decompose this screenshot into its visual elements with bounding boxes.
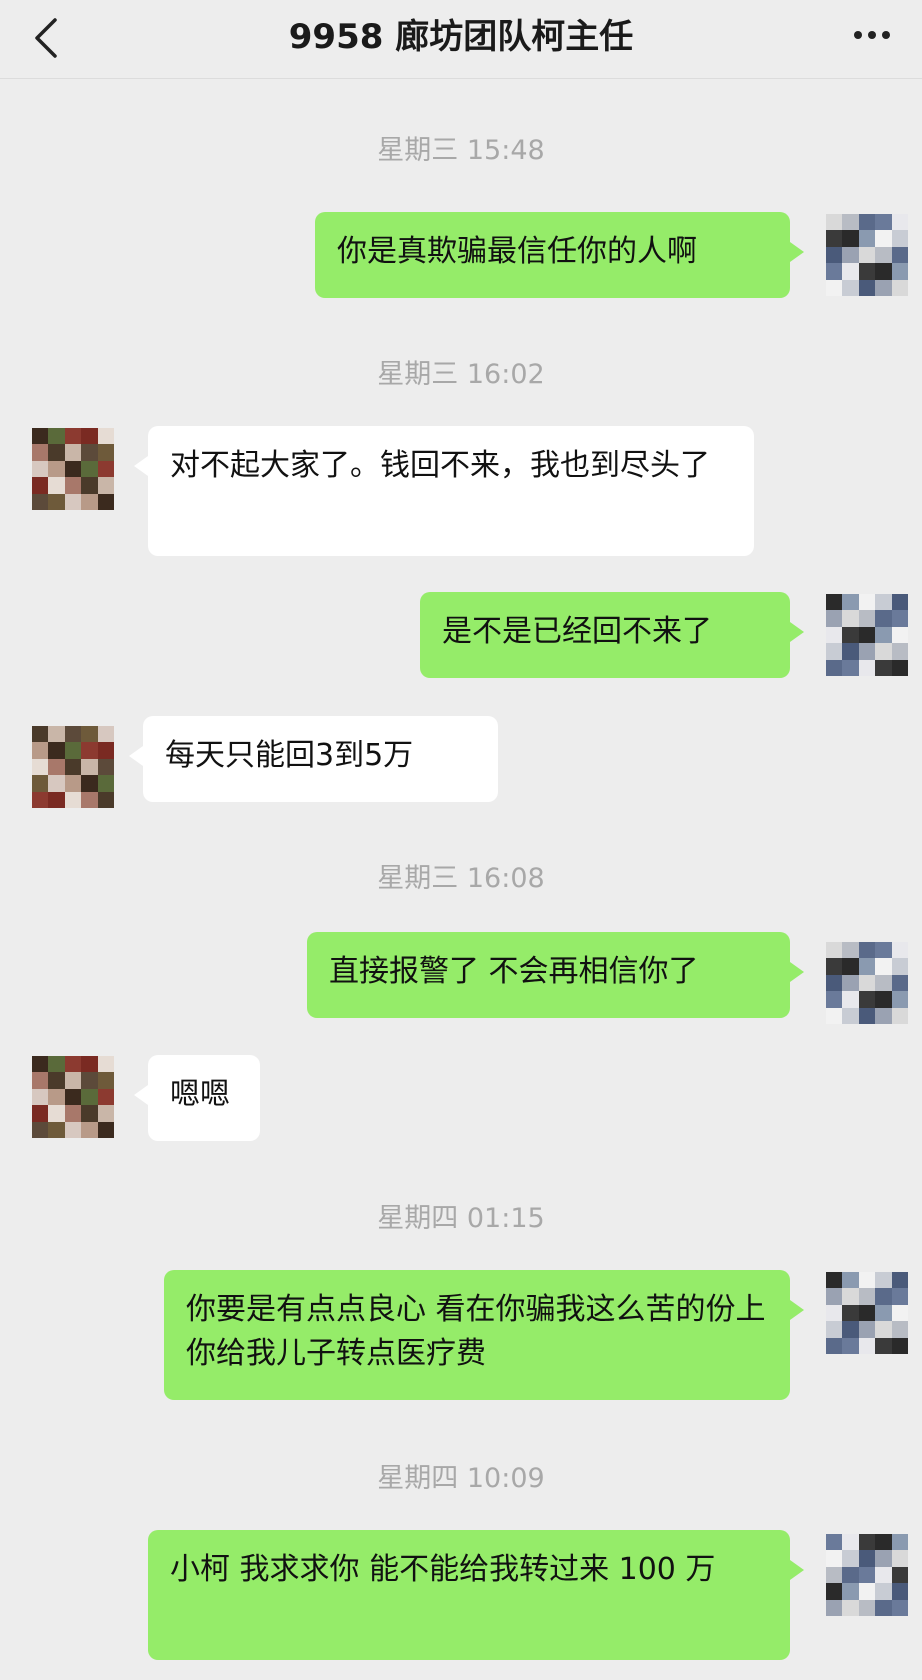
contact-avatar[interactable] [32,1056,114,1138]
back-button[interactable] [22,8,70,68]
my-avatar[interactable] [826,594,908,676]
my-avatar[interactable] [826,942,908,1024]
sent-message[interactable]: 是不是已经回不来了 [420,592,804,678]
timestamp: 星期四 10:09 [377,1463,545,1494]
chevron-left-icon [35,18,57,58]
my-avatar[interactable] [826,1534,908,1616]
received-message[interactable]: 嗯嗯 [134,1055,260,1141]
sent-message[interactable]: 小柯 我求求你 能不能给我转过来 100 万 [148,1530,804,1660]
received-message[interactable]: 对不起大家了。钱回不来，我也到尽头了 [134,426,754,556]
timestamp: 星期四 01:15 [377,1203,545,1234]
timestamp: 星期三 15:48 [377,135,545,166]
chat-title: 9958 廊坊团队柯主任 [288,16,634,57]
received-message[interactable]: 每天只能回3到5万 [129,716,498,802]
sent-message[interactable]: 你要是有点点良心 看在你骗我这么苦的份上 你给我儿子转点医疗费 [164,1270,804,1400]
contact-avatar[interactable] [32,726,114,808]
timestamp: 星期三 16:08 [377,863,545,894]
more-dots-icon [854,31,890,39]
my-avatar[interactable] [826,214,908,296]
sent-message[interactable]: 你是真欺骗最信任你的人啊 [315,212,804,298]
timestamp: 星期三 16:02 [377,359,545,390]
sent-message[interactable]: 直接报警了 不会再相信你了 [307,932,804,1018]
contact-avatar[interactable] [32,428,114,510]
more-button[interactable] [844,10,900,60]
top-bar: 9958 廊坊团队柯主任 [0,0,922,79]
my-avatar[interactable] [826,1272,908,1354]
